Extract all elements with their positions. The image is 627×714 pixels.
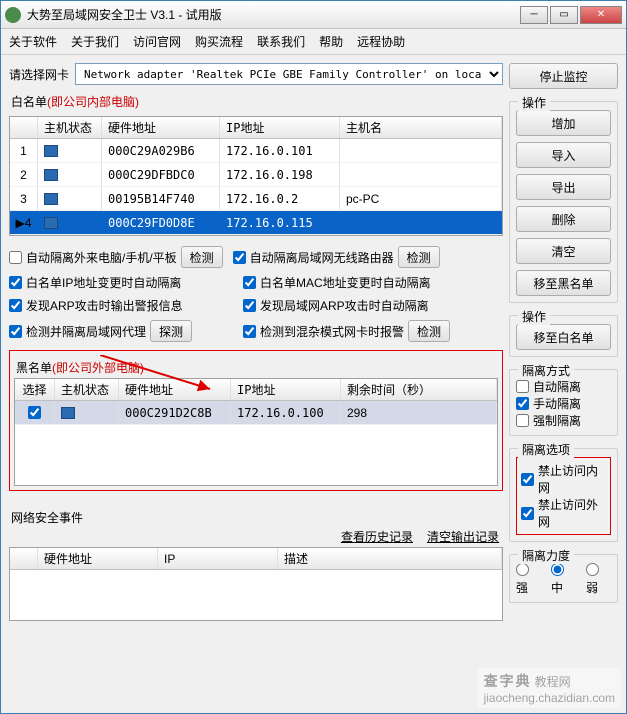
chk-mode-manual[interactable]: [516, 397, 529, 410]
close-button[interactable]: ✕: [580, 6, 622, 24]
link-clear-output[interactable]: 清空输出记录: [427, 528, 499, 545]
chk-wl-ip-change[interactable]: [9, 276, 22, 289]
btn-probe[interactable]: 探测: [150, 320, 192, 342]
chk-block-lan[interactable]: [521, 473, 534, 486]
group-op2: 操作: [518, 308, 550, 325]
group-iso-opt: 隔离选项: [518, 441, 574, 458]
menu-remote[interactable]: 远程协助: [357, 33, 405, 50]
btn-detect-ext[interactable]: 检测: [181, 246, 223, 268]
col-host[interactable]: 主机名: [340, 117, 502, 138]
whitelist-table: 主机状态 硬件地址 IP地址 主机名 1000C29A029B6172.16.0…: [9, 116, 503, 236]
col-status[interactable]: 主机状态: [38, 117, 102, 138]
btn-clear[interactable]: 清空: [516, 238, 611, 264]
maximize-button[interactable]: ▭: [550, 6, 578, 24]
menu-about-software[interactable]: 关于软件: [9, 33, 57, 50]
events-table: 硬件地址 IP 描述: [9, 547, 503, 621]
menu-help[interactable]: 帮助: [319, 33, 343, 50]
menu-website[interactable]: 访问官网: [133, 33, 181, 50]
chk-arp-log[interactable]: [9, 299, 22, 312]
menu-about-us[interactable]: 关于我们: [71, 33, 119, 50]
computer-icon: [44, 169, 58, 181]
btn-stop-monitor[interactable]: 停止监控: [509, 63, 618, 89]
table-row[interactable]: 2000C29DFBDC0172.16.0.198: [10, 163, 502, 187]
group-op1: 操作: [518, 94, 550, 111]
col-mac[interactable]: 硬件地址: [102, 117, 220, 138]
blacklist-caption: 黑名单(即公司外部电脑): [16, 359, 498, 376]
chk-mode-auto[interactable]: [516, 380, 529, 393]
blacklist-table: 选择 主机状态 硬件地址 IP地址 剩余时间（秒） 000C291D2C8B 1…: [14, 378, 498, 486]
btn-to-blacklist[interactable]: 移至黑名单: [516, 270, 611, 296]
chk-promisc[interactable]: [243, 325, 256, 338]
chk-mode-force[interactable]: [516, 414, 529, 427]
btn-detect-wifi[interactable]: 检测: [398, 246, 440, 268]
chk-arp-auto[interactable]: [243, 299, 256, 312]
computer-icon: [44, 217, 58, 229]
radio-medium[interactable]: [551, 563, 564, 576]
adapter-select[interactable]: Network adapter 'Realtek PCIe GBE Family…: [75, 63, 503, 85]
btn-detect-promisc[interactable]: 检测: [408, 320, 450, 342]
group-iso-strength: 隔离力度: [518, 547, 574, 564]
link-view-history[interactable]: 查看历史记录: [341, 528, 413, 545]
menu-purchase[interactable]: 购买流程: [195, 33, 243, 50]
computer-icon: [44, 145, 58, 157]
group-iso-mode: 隔离方式: [518, 362, 574, 379]
radio-strong[interactable]: [516, 563, 529, 576]
chk-block-wan[interactable]: [521, 507, 534, 520]
menubar: 关于软件 关于我们 访问官网 购买流程 联系我们 帮助 远程协助: [1, 29, 626, 55]
app-icon: [5, 7, 21, 23]
titlebar: 大势至局域网安全卫士 V3.1 - 试用版 ─ ▭ ✕: [1, 1, 626, 29]
minimize-button[interactable]: ─: [520, 6, 548, 24]
btn-export[interactable]: 导出: [516, 174, 611, 200]
col-ip[interactable]: IP地址: [220, 117, 340, 138]
events-caption: 网络安全事件: [11, 509, 503, 526]
window-title: 大势至局域网安全卫士 V3.1 - 试用版: [27, 6, 518, 23]
chk-wl-mac-change[interactable]: [243, 276, 256, 289]
bl-row-check[interactable]: [28, 406, 41, 419]
table-row[interactable]: 000C291D2C8B 172.16.0.100 298: [15, 401, 497, 425]
computer-icon: [61, 407, 75, 419]
btn-add[interactable]: 增加: [516, 110, 611, 136]
menu-contact[interactable]: 联系我们: [257, 33, 305, 50]
radio-weak[interactable]: [586, 563, 599, 576]
chk-auto-isolate-wifi[interactable]: [233, 251, 246, 264]
table-row[interactable]: 300195B14F740172.16.0.2pc-PC: [10, 187, 502, 211]
whitelist-caption: 白名单(即公司内部电脑): [11, 93, 503, 110]
chk-auto-isolate-ext[interactable]: [9, 251, 22, 264]
btn-to-whitelist[interactable]: 移至白名单: [516, 324, 611, 350]
btn-import[interactable]: 导入: [516, 142, 611, 168]
computer-icon: [44, 193, 58, 205]
adapter-label: 请选择网卡: [9, 66, 69, 83]
chk-detect-proxy[interactable]: [9, 325, 22, 338]
table-row[interactable]: ▶4000C29FD0D8E172.16.0.115: [10, 211, 502, 235]
table-row[interactable]: 1000C29A029B6172.16.0.101: [10, 139, 502, 163]
btn-delete[interactable]: 删除: [516, 206, 611, 232]
